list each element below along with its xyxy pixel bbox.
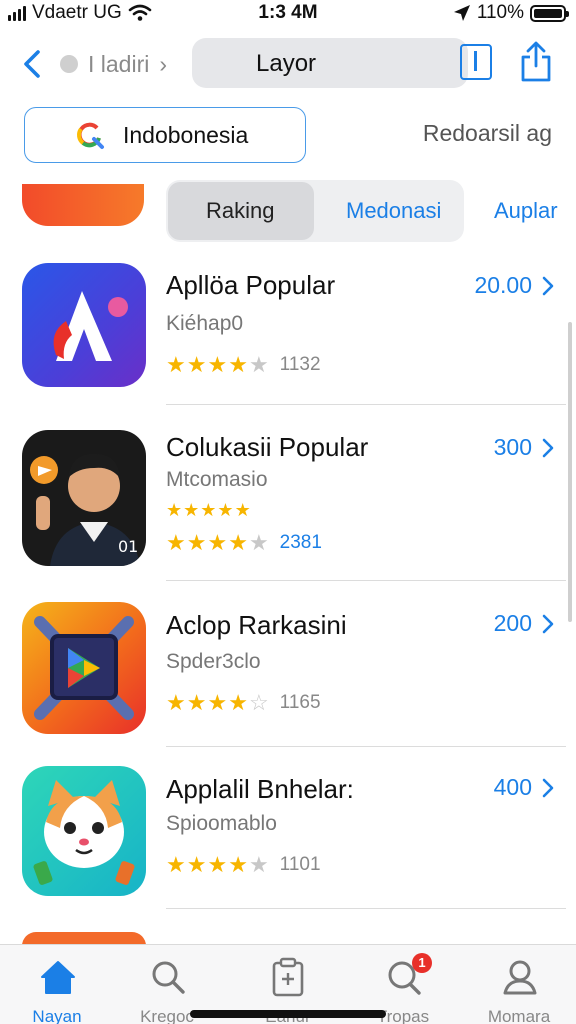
home-icon xyxy=(41,961,75,994)
star-icon: ★ xyxy=(200,500,217,520)
rating-stars: ★ ★ ★ ★ ★ 1132 xyxy=(166,352,321,378)
segment-medonasi[interactable]: Medonasi xyxy=(346,198,441,224)
star-icon: ★ xyxy=(228,530,248,555)
back-chevron-icon[interactable] xyxy=(18,44,48,84)
profile-icon xyxy=(503,960,537,995)
star-icon: ★ xyxy=(186,352,207,377)
star-icon: ★ xyxy=(166,690,186,715)
cat-face-icon xyxy=(22,766,146,896)
battery-percent: 110% xyxy=(476,2,524,23)
rating-stars: ★ ★ ★ ★ ★ 1101 xyxy=(166,852,321,878)
share-icon[interactable] xyxy=(518,40,554,84)
rating-count: 1165 xyxy=(279,692,321,713)
rating-stars: ★ ★ ★ ★ ★ 2381 xyxy=(166,530,322,556)
list-item[interactable]: Aclop Rarkasini Spder3clo ★ ★ ★ ★ ☆ 1165… xyxy=(0,590,576,750)
status-bar: Vdaetr UG 1:3 4M 110% xyxy=(0,0,576,28)
price-button[interactable]: 300 xyxy=(494,434,532,461)
tab-home[interactable]: Nayan xyxy=(2,953,112,1024)
star-icon: ★ xyxy=(166,530,186,555)
price-button[interactable]: 20.00 xyxy=(474,272,532,299)
rating-stars-extra: ★ ★ ★ ★ ★ xyxy=(166,500,251,521)
location-arrow-icon xyxy=(453,5,470,21)
list-item[interactable]: 01 Colukasii Popular Mtcomasio ★ ★ ★ ★ ★… xyxy=(0,412,576,581)
app-subtitle: Spder3clo xyxy=(166,650,261,673)
star-icon: ★ xyxy=(207,690,228,715)
rating-stars: ★ ★ ★ ★ ☆ 1165 xyxy=(166,690,321,716)
title-pill[interactable]: Layor xyxy=(192,38,468,88)
price-button[interactable]: 400 xyxy=(494,774,532,801)
clipboard-icon xyxy=(272,957,304,997)
star-icon: ★ xyxy=(217,500,234,520)
notification-badge: 1 xyxy=(412,953,432,973)
list-item[interactable]: Applalil Bnhelar: Spioomablo ★ ★ ★ ★ ★ 1… xyxy=(0,754,576,914)
person-portrait-icon: 01 xyxy=(22,430,146,566)
segment-ranking[interactable]: Raking xyxy=(206,198,274,224)
google-search-icon xyxy=(77,122,104,149)
star-icon: ★ xyxy=(207,852,228,877)
half-star-icon: ★ xyxy=(248,852,269,877)
search-field[interactable]: Indobonesia xyxy=(24,107,306,163)
star-icon: ★ xyxy=(207,530,228,555)
recommend-link[interactable]: Redoarsil ag xyxy=(423,120,552,147)
star-icon: ★ xyxy=(186,852,207,877)
breadcrumb-label: I ladiri xyxy=(88,50,150,77)
home-indicator[interactable] xyxy=(190,1010,386,1018)
star-icon: ★ xyxy=(166,500,183,520)
app-name: Applalil Bnhelar: xyxy=(166,774,354,804)
navigation-bar: I ladiri › Layor xyxy=(0,34,576,94)
star-icon: ★ xyxy=(228,352,248,377)
star-icon: ★ xyxy=(166,852,186,877)
chevron-right-icon xyxy=(542,276,554,296)
rating-count: 2381 xyxy=(279,532,322,553)
status-right: 110% xyxy=(453,2,569,24)
letter-a-icon xyxy=(22,263,146,387)
chevron-right-icon: › xyxy=(159,50,168,77)
divider xyxy=(166,404,566,405)
battery-icon xyxy=(530,4,569,22)
divider xyxy=(166,746,566,747)
empty-star-icon: ☆ xyxy=(248,690,269,715)
rating-count: 1101 xyxy=(279,854,321,875)
star-icon: ★ xyxy=(186,690,207,715)
search-input-value: Indobonesia xyxy=(123,122,249,148)
segment-auplar[interactable]: Auplar xyxy=(494,198,558,224)
chevron-right-icon xyxy=(542,778,554,798)
app-subtitle: Spioomablo xyxy=(166,812,277,835)
divider xyxy=(166,580,566,581)
chevron-right-icon xyxy=(542,614,554,634)
tab-label: Nayan xyxy=(32,1007,82,1024)
star-icon: ★ xyxy=(166,352,186,377)
half-star-icon: ★ xyxy=(248,530,269,555)
chevron-right-icon xyxy=(542,438,554,458)
divider xyxy=(166,908,566,909)
page-title: Layor xyxy=(256,50,317,77)
previous-app-icon-peek xyxy=(22,184,144,226)
star-icon: ★ xyxy=(207,352,228,377)
play-store-icon xyxy=(22,602,146,734)
breadcrumb[interactable]: I ladiri › xyxy=(60,48,167,80)
app-subtitle: Kiéhap0 xyxy=(166,312,244,335)
tab-profile[interactable]: Momara xyxy=(464,953,574,1024)
app-name: Aclop Rarkasini xyxy=(166,610,347,640)
star-icon: ★ xyxy=(183,500,200,520)
half-star-icon: ★ xyxy=(248,352,269,377)
rating-count: 1132 xyxy=(279,354,321,375)
star-icon: ★ xyxy=(228,852,248,877)
app-subtitle: Mtcomasio xyxy=(166,468,268,491)
star-icon: ★ xyxy=(228,690,248,715)
app-name: Colukasii Popular xyxy=(166,432,369,462)
app-name: Apllöa Popular xyxy=(166,270,336,300)
tab-label: Momara xyxy=(487,1007,551,1024)
price-button[interactable]: 200 xyxy=(494,610,532,637)
tabs-icon[interactable] xyxy=(460,44,492,80)
breadcrumb-dot-icon xyxy=(60,55,78,73)
star-icon: ★ xyxy=(186,530,207,555)
star-icon: ★ xyxy=(234,500,251,520)
list-item[interactable]: Apllöa Popular Kiéhap0 ★ ★ ★ ★ ★ 1132 20… xyxy=(0,248,576,408)
search-icon xyxy=(152,961,185,994)
svg-text:01: 01 xyxy=(118,537,138,556)
